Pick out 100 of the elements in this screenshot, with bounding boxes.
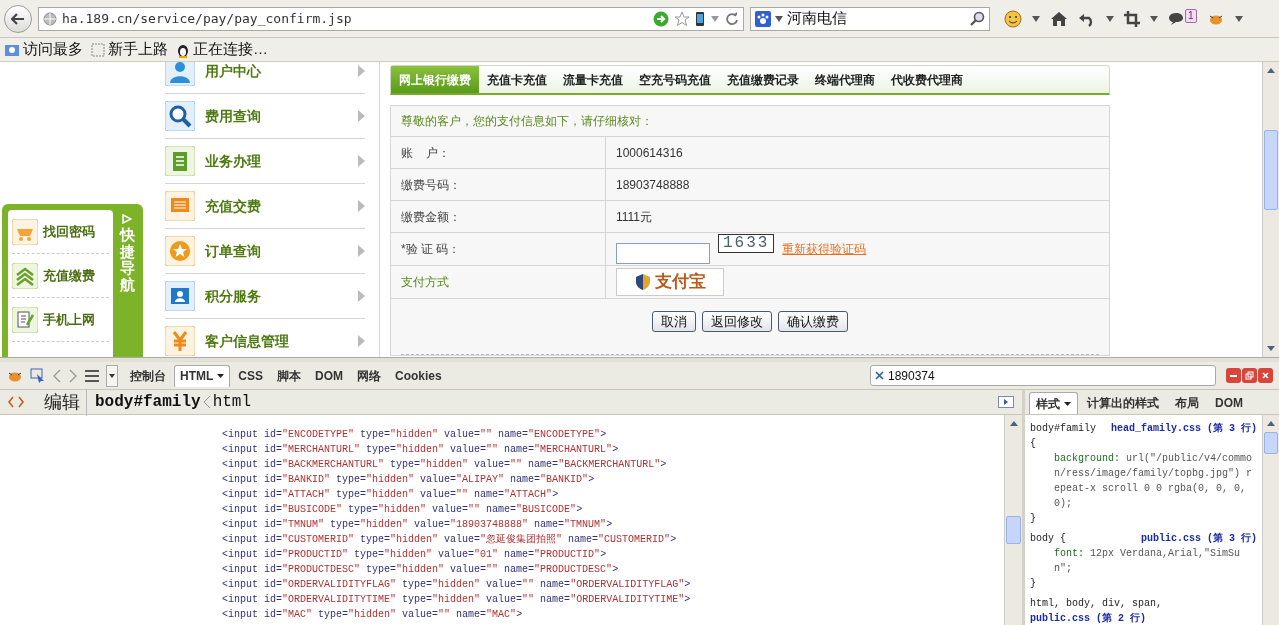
menu-dropdown-button[interactable]: [106, 364, 118, 387]
search-field[interactable]: 1890374: [870, 365, 1216, 386]
down-arrow-icon[interactable]: [1267, 346, 1275, 351]
crop-icon[interactable]: [1124, 10, 1140, 27]
css-scrollbar[interactable]: [1262, 415, 1279, 625]
scrollbar-thumb[interactable]: [1264, 129, 1278, 210]
quick-nav-link[interactable]: 手机上网: [43, 309, 95, 330]
caret-icon[interactable]: [1234, 15, 1243, 22]
page-icon: [91, 42, 105, 57]
note-pencil-icon: [12, 306, 38, 333]
minimize-icon: [1230, 374, 1237, 377]
tab[interactable]: 控制台: [124, 364, 172, 387]
edit-button[interactable]: 编辑: [44, 388, 87, 416]
search-icon[interactable]: [969, 10, 985, 27]
caret-icon[interactable]: [1032, 15, 1040, 22]
menu-item[interactable]: 用户中心: [205, 62, 348, 82]
form-button[interactable]: 返回修改: [702, 311, 772, 332]
quick-nav-link[interactable]: 充值缴费: [43, 265, 95, 286]
search-field[interactable]: 河南电信: [750, 6, 990, 31]
code-line: <input id="MAC" type="hidden" value="" name="MAC">: [222, 608, 524, 622]
url-text: ha.189.cn/service/pay/pay_confirm.jsp: [62, 9, 353, 28]
scrollbar-thumb[interactable]: [1006, 516, 1021, 544]
star-icon: [165, 236, 195, 266]
globe-icon: [43, 11, 57, 26]
menu-item[interactable]: 积分服务: [205, 285, 348, 307]
code-line: <input id="BACKMERCHANTURL" type="hidden" value="" name="BACKMERCHANTURL">: [222, 458, 668, 472]
tab[interactable]: 脚本: [271, 364, 307, 387]
phone-icon[interactable]: [695, 10, 705, 27]
tab[interactable]: 充值卡充值: [479, 66, 555, 93]
tab[interactable]: DOM: [1208, 392, 1250, 414]
back-button[interactable]: [4, 4, 32, 33]
tab[interactable]: 代收费代理商: [883, 66, 971, 93]
tab[interactable]: CSS: [232, 364, 269, 387]
search-icon: [165, 101, 195, 131]
chat-bubble-icon[interactable]: [1168, 11, 1184, 26]
tab[interactable]: 网络: [351, 364, 387, 387]
menu-item[interactable]: 订单查询: [205, 240, 348, 262]
breadcrumb-link[interactable]: body#family: [95, 390, 201, 414]
panel-toggle-icon[interactable]: [998, 396, 1014, 408]
css-source-link[interactable]: public.css (第 2 行): [1030, 611, 1146, 625]
field-value: 1000614316: [616, 144, 683, 162]
up-arrow-icon[interactable]: [1267, 68, 1275, 73]
search-text: 河南电信: [787, 8, 848, 29]
arrow-right-icon: [122, 214, 132, 224]
tab[interactable]: 布局: [1168, 392, 1206, 414]
caret-icon: [217, 374, 225, 378]
tab[interactable]: 终端代理商: [807, 66, 883, 93]
address-bar[interactable]: ha.189.cn/service/pay/pay_confirm.jsp: [38, 6, 744, 31]
css-declaration: background: url("/public/v4/common/ress/image/family/topbg.jpg") repeat-x scroll 0 0 rgba(0, 0, 0, 0);: [1053, 452, 1254, 511]
restore-icon: [1245, 371, 1254, 380]
bookmark-link[interactable]: 正在连接…: [193, 38, 268, 61]
paw-icon[interactable]: [755, 10, 771, 27]
menu-item[interactable]: 业务办理: [205, 150, 348, 172]
bookmark-link[interactable]: 新手上路: [108, 38, 168, 61]
form-button[interactable]: 确认缴费: [778, 311, 848, 332]
clipboard-icon: [165, 146, 195, 176]
tab[interactable]: HTML: [174, 364, 231, 387]
menu-item[interactable]: 客户信息管理: [205, 330, 348, 352]
tab[interactable]: Cookies: [389, 364, 448, 387]
tab[interactable]: 计算出的样式: [1080, 392, 1166, 414]
chevron-left-icon[interactable]: [52, 368, 62, 383]
css-source-link[interactable]: public.css (第 3 行): [1141, 531, 1257, 546]
up-arrow-icon[interactable]: [1267, 421, 1275, 426]
person-icon: [165, 62, 195, 86]
star-icon[interactable]: [674, 10, 690, 27]
tab[interactable]: 充值缴费记录: [719, 66, 807, 93]
restore-button[interactable]: [1242, 368, 1257, 383]
menu-item[interactable]: 充值交费: [205, 195, 348, 217]
payment-logo[interactable]: 支付宝: [616, 268, 724, 296]
breadcrumb-link[interactable]: html: [212, 390, 252, 414]
brackets-icon[interactable]: [8, 396, 24, 408]
list-icon[interactable]: [84, 369, 100, 382]
form-button[interactable]: 取消: [652, 311, 696, 332]
chevron-right-icon[interactable]: [68, 368, 78, 383]
caret-icon[interactable]: [1106, 15, 1114, 22]
home-icon[interactable]: [1050, 10, 1068, 27]
close-icon[interactable]: [875, 371, 884, 380]
quick-nav-link[interactable]: 找回密码: [43, 221, 95, 242]
code-scrollbar[interactable]: [1004, 415, 1022, 625]
captcha-input[interactable]: [616, 242, 710, 264]
close-button[interactable]: [1258, 368, 1273, 383]
id-card-icon: [165, 281, 195, 311]
css-brace: }: [1030, 512, 1037, 526]
code-line: <input id="ENCODETYPE" type="hidden" value="" name="ENCODETYPE">: [222, 428, 608, 442]
inspect-icon[interactable]: [30, 367, 46, 384]
page-scrollbar[interactable]: [1262, 62, 1279, 357]
caret-icon[interactable]: [775, 15, 783, 22]
bookmark-link[interactable]: 访问最多: [23, 38, 83, 61]
tab[interactable]: 样式: [1029, 392, 1078, 414]
tab[interactable]: 空充号码充值: [631, 66, 719, 93]
tab[interactable]: DOM: [309, 364, 349, 387]
css-source-link[interactable]: head_family.css (第 3 行): [1110, 421, 1257, 436]
scrollbar-thumb[interactable]: [1264, 432, 1278, 454]
caret-icon[interactable]: [1150, 15, 1158, 22]
smiley-icon[interactable]: [1004, 9, 1022, 28]
menu-item[interactable]: 费用查询: [205, 105, 348, 127]
tab[interactable]: 流量卡充值: [555, 66, 631, 93]
up-arrow-icon[interactable]: [1009, 421, 1018, 426]
reload-icon[interactable]: [725, 11, 739, 26]
minimize-button[interactable]: [1226, 368, 1241, 383]
